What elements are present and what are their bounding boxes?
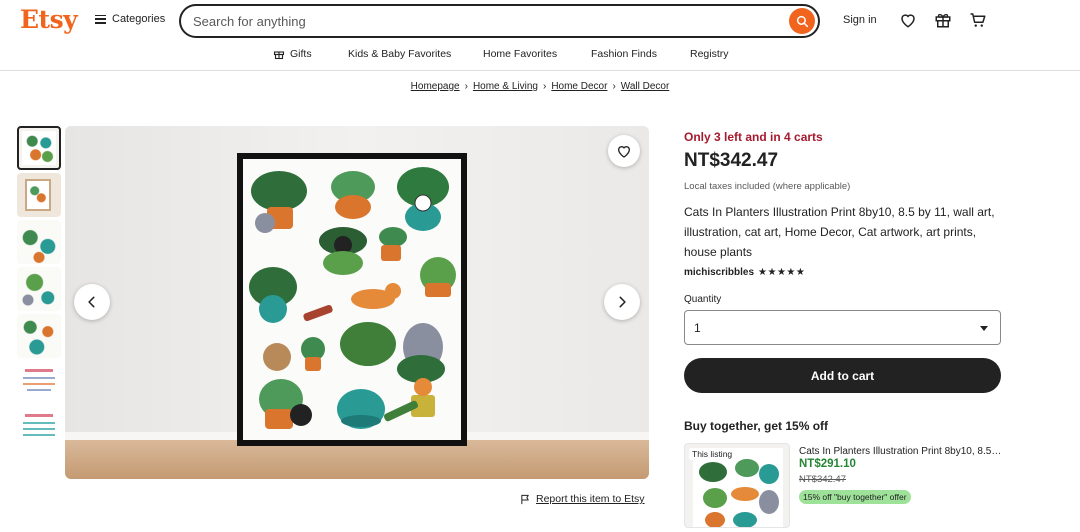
sign-in-link[interactable]: Sign in [843,14,877,26]
nav-item-home-favorites[interactable]: Home Favorites [483,48,557,60]
next-image-button[interactable] [604,284,640,320]
heart-icon [617,146,631,158]
categories-button[interactable]: Categories [95,13,165,25]
chevron-left-icon [88,296,95,308]
breadcrumb: Homepage › Home & Living › Home Decor › Wall D… [0,81,1080,92]
listing-price: NT$342.47 [684,150,779,171]
report-item-label: Report this item to Etsy [536,493,645,505]
chevron-right-icon: › [464,81,468,92]
menu-icon [95,14,106,24]
thumbnail-7[interactable] [17,408,61,452]
gift-icon[interactable] [934,11,952,29]
nav-item-fashion-finds[interactable]: Fashion Finds [591,48,657,60]
gift-icon [273,51,285,60]
quantity-value: 1 [694,321,701,335]
favorite-listing-button[interactable] [608,135,640,167]
caret-down-icon [980,326,988,331]
star-rating[interactable]: ★★★★★ [758,267,805,278]
bundle-original-price: NT$342.47 [799,474,847,485]
add-to-cart-button[interactable]: Add to cart [684,358,1001,393]
nav-item-label: Gifts [290,48,312,60]
cats-in-planters-artwork [243,159,461,440]
site-header: Etsy Categories Sign in [0,0,1080,42]
breadcrumb-home-decor[interactable]: Home Decor [551,81,607,92]
bundle-item-title[interactable]: Cats In Planters Illustration Print 8by1… [799,446,1004,457]
tax-note: Local taxes included (where applicable) [684,181,851,192]
thumbnail-4[interactable] [17,267,61,311]
thumbnail-6[interactable] [17,361,61,405]
bundle-item-image[interactable]: This listing [684,443,790,528]
image-thumbnails [17,126,61,455]
etsy-logo[interactable]: Etsy [20,5,78,34]
categories-label: Categories [112,13,166,25]
breadcrumb-wall-decor[interactable]: Wall Decor [621,81,670,92]
thumbnail-1[interactable] [17,126,61,170]
chevron-right-icon [619,296,626,308]
thumbnail-2[interactable] [17,173,61,217]
category-nav: Gifts Kids & Baby Favorites Home Favorit… [0,42,1080,71]
favorites-heart-icon[interactable] [899,11,917,29]
flag-icon [521,494,529,504]
nav-item-registry[interactable]: Registry [690,48,729,60]
thumbnail-5[interactable] [17,314,61,358]
bundle-offer-badge: 15% off "buy together" offer [799,490,911,504]
stock-alert: Only 3 left and in 4 carts [684,130,823,144]
thumbnail-3[interactable] [17,220,61,264]
search-icon [796,15,808,27]
search-bar [179,4,820,38]
bundle-heading: Buy together, get 15% off [684,419,829,433]
cart-icon[interactable] [969,11,987,29]
search-button[interactable] [789,8,815,34]
nav-item-gifts[interactable]: Gifts [273,48,312,60]
shop-info: michiscribbles ★★★★★ [684,267,805,278]
breadcrumb-homepage[interactable]: Homepage [411,81,460,92]
report-item-link[interactable]: Report this item to Etsy [520,493,645,505]
shop-name-link[interactable]: michiscribbles [684,267,754,278]
previous-image-button[interactable] [74,284,110,320]
listing-title: Cats In Planters Illustration Print 8by1… [684,205,995,259]
chevron-right-icon: › [542,81,547,92]
search-input[interactable] [193,12,773,30]
main-product-image[interactable] [65,126,649,479]
bundle-item-price: NT$291.10 [799,458,856,470]
breadcrumb-home-living[interactable]: Home & Living [473,81,538,92]
quantity-label: Quantity [684,294,722,305]
framed-print [237,153,467,446]
quantity-select[interactable]: 1 [684,310,1001,345]
nav-item-kids-baby[interactable]: Kids & Baby Favorites [348,48,451,60]
this-listing-tag: This listing [689,448,736,460]
chevron-right-icon: › [612,81,616,92]
